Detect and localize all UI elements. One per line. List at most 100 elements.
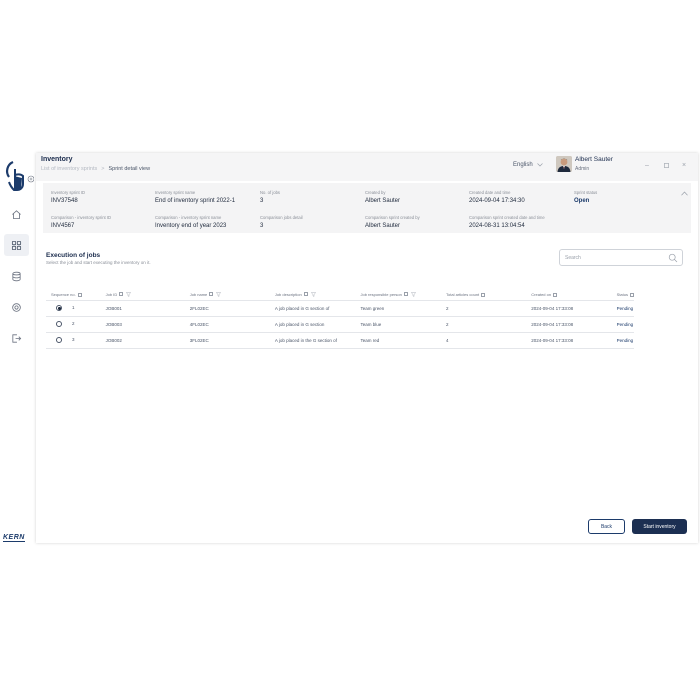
info-field-comparison-id: Comparison - inventory sprint ID INV4567 (51, 215, 112, 229)
info-field-comparison-jobs: Comparison jobs detail 3 (260, 215, 303, 229)
column-header-job-description[interactable]: Job description (270, 289, 356, 300)
language-select[interactable]: English (513, 162, 543, 168)
row-cell-responsible-person: Team blue (355, 315, 442, 332)
close-icon: × (681, 161, 687, 169)
breadcrumb-separator-icon: > (101, 166, 105, 172)
sort-icon[interactable] (303, 292, 308, 297)
info-field-created-date: Created date and time 2024-09-04 17:34:3… (469, 190, 525, 204)
tap-hand-logo-icon (4, 157, 35, 191)
language-label: English (513, 162, 533, 168)
info-field-sprint-name: Inventory sprint name End of inventory s… (155, 190, 236, 204)
column-header-articles-count[interactable]: Total articles count (441, 289, 526, 300)
section-title: Execution of jobs (46, 252, 101, 259)
row-cell-job-name: 4FL02EC (184, 315, 270, 332)
sprint-info-panel: Inventory sprint ID INV37548 Inventory s… (43, 183, 691, 233)
logout-icon (12, 333, 22, 343)
row-cell-job-description: A job placed in G section of (269, 299, 356, 316)
info-field-sprint-status: Sprint status Open (574, 190, 598, 204)
info-field-job-count: No. of jobs 3 (260, 190, 281, 204)
home-icon (12, 209, 21, 219)
sort-icon[interactable] (119, 292, 124, 297)
sort-icon[interactable] (630, 292, 634, 297)
column-header-job-id[interactable]: Job ID (101, 289, 185, 300)
nav-dashboard[interactable] (4, 234, 29, 256)
row-cell-sequence: 1 (46, 299, 101, 316)
row-cell-created-on: 2024-09-04 17:33:08 (526, 331, 612, 349)
row-cell-sequence: 2 (46, 315, 101, 332)
sort-icon[interactable] (553, 292, 558, 297)
row-radio-button[interactable] (56, 321, 62, 327)
sort-icon[interactable] (403, 292, 408, 297)
search-input[interactable] (565, 253, 665, 263)
breadcrumb-current: Sprint detail view (108, 166, 151, 172)
info-field-created-by: Created by Albert Sauter (365, 190, 401, 204)
row-radio-button[interactable] (56, 305, 62, 311)
nav-logout[interactable] (4, 327, 29, 349)
table-row[interactable]: 2 JOB003 4FL02EC A job placed in G secti… (46, 315, 634, 332)
table-row[interactable]: 3 JOB002 3FL02EC A job placed in the G s… (46, 331, 634, 349)
sidebar: KERN (0, 153, 35, 545)
row-cell-job-id: JOB001 (100, 299, 185, 316)
sort-icon[interactable] (481, 292, 486, 297)
search-icon[interactable] (668, 253, 678, 263)
sort-icon[interactable] (209, 292, 214, 297)
chevron-up-icon (681, 191, 688, 196)
main-panel: Inventory List of inventory sprints > Spri… (36, 153, 698, 543)
column-header-job-name[interactable]: Job name (185, 289, 270, 300)
table-row[interactable]: 1 JOB001 2FL02EC A job placed in G secti… (46, 299, 634, 316)
search-box (559, 249, 683, 266)
row-cell-job-id: JOB002 (100, 331, 185, 349)
sort-icon[interactable] (77, 292, 82, 297)
start-inventory-button[interactable]: Start inventory (632, 519, 687, 534)
filter-icon[interactable] (310, 292, 316, 297)
row-radio-button[interactable] (56, 337, 62, 343)
filter-icon[interactable] (126, 292, 132, 297)
row-cell-job-name: 3FL02EC (184, 331, 270, 349)
jobs-table: Sequence no. Job ID Job name Job descrip… (46, 289, 634, 349)
user-role: Admin (575, 166, 590, 172)
row-cell-articles-count: 2 (441, 299, 527, 316)
column-header-status[interactable]: Status (612, 289, 634, 300)
info-field-comparison-name: Comparison - inventory sprint name Inven… (155, 215, 227, 229)
table-header-row: Sequence no. Job ID Job name Job descrip… (46, 289, 634, 300)
column-header-created-on[interactable]: Created on (526, 289, 611, 300)
row-cell-created-on: 2024-09-04 17:33:08 (526, 299, 612, 316)
brand-logo: KERN (3, 534, 25, 542)
back-button[interactable]: Back (588, 519, 625, 534)
row-cell-articles-count: 4 (441, 331, 527, 349)
column-header-responsible-person[interactable]: Job responsible person (355, 289, 441, 300)
row-cell-status: Pending (611, 299, 634, 316)
row-cell-responsible-person: Team green (355, 299, 442, 316)
info-field-sprint-id: Inventory sprint ID INV37548 (51, 190, 85, 204)
nav-database[interactable] (4, 265, 29, 287)
section-subtitle: Select the job and start executing the i… (46, 260, 151, 265)
maximize-icon (663, 162, 669, 168)
row-cell-job-name: 2FL02EC (184, 299, 270, 316)
minimize-button[interactable]: – (642, 160, 652, 170)
info-field-comparison-created-date: Comparison sprint created date and time … (469, 215, 545, 229)
chevron-down-icon (536, 163, 543, 167)
row-cell-articles-count: 2 (441, 315, 527, 332)
filter-icon[interactable] (410, 292, 416, 297)
avatar[interactable] (556, 156, 572, 172)
row-cell-status: Pending (611, 315, 634, 332)
status-badge: Open (574, 198, 590, 204)
minimize-icon: – (645, 161, 649, 169)
header: Inventory List of inventory sprints > Spri… (36, 153, 698, 181)
close-button[interactable]: × (679, 160, 689, 170)
grid-icon (11, 240, 22, 250)
breadcrumb-link[interactable]: List of inventory sprints (41, 166, 97, 172)
row-cell-job-description: A job placed in the G section of (269, 331, 356, 349)
row-cell-status: Pending (611, 331, 634, 349)
page-title: Inventory (41, 156, 73, 163)
row-cell-sequence: 3 (46, 331, 101, 349)
collapse-button[interactable] (681, 191, 688, 198)
database-icon (12, 271, 21, 281)
column-header-sequence[interactable]: Sequence no. (46, 289, 101, 300)
maximize-button[interactable] (661, 160, 671, 170)
nav-settings[interactable] (4, 296, 29, 318)
filter-icon[interactable] (216, 292, 222, 297)
nav-home[interactable] (4, 203, 29, 225)
row-cell-job-description: A job placed in G section (269, 315, 356, 332)
user-name: Albert Sauter (575, 156, 613, 163)
